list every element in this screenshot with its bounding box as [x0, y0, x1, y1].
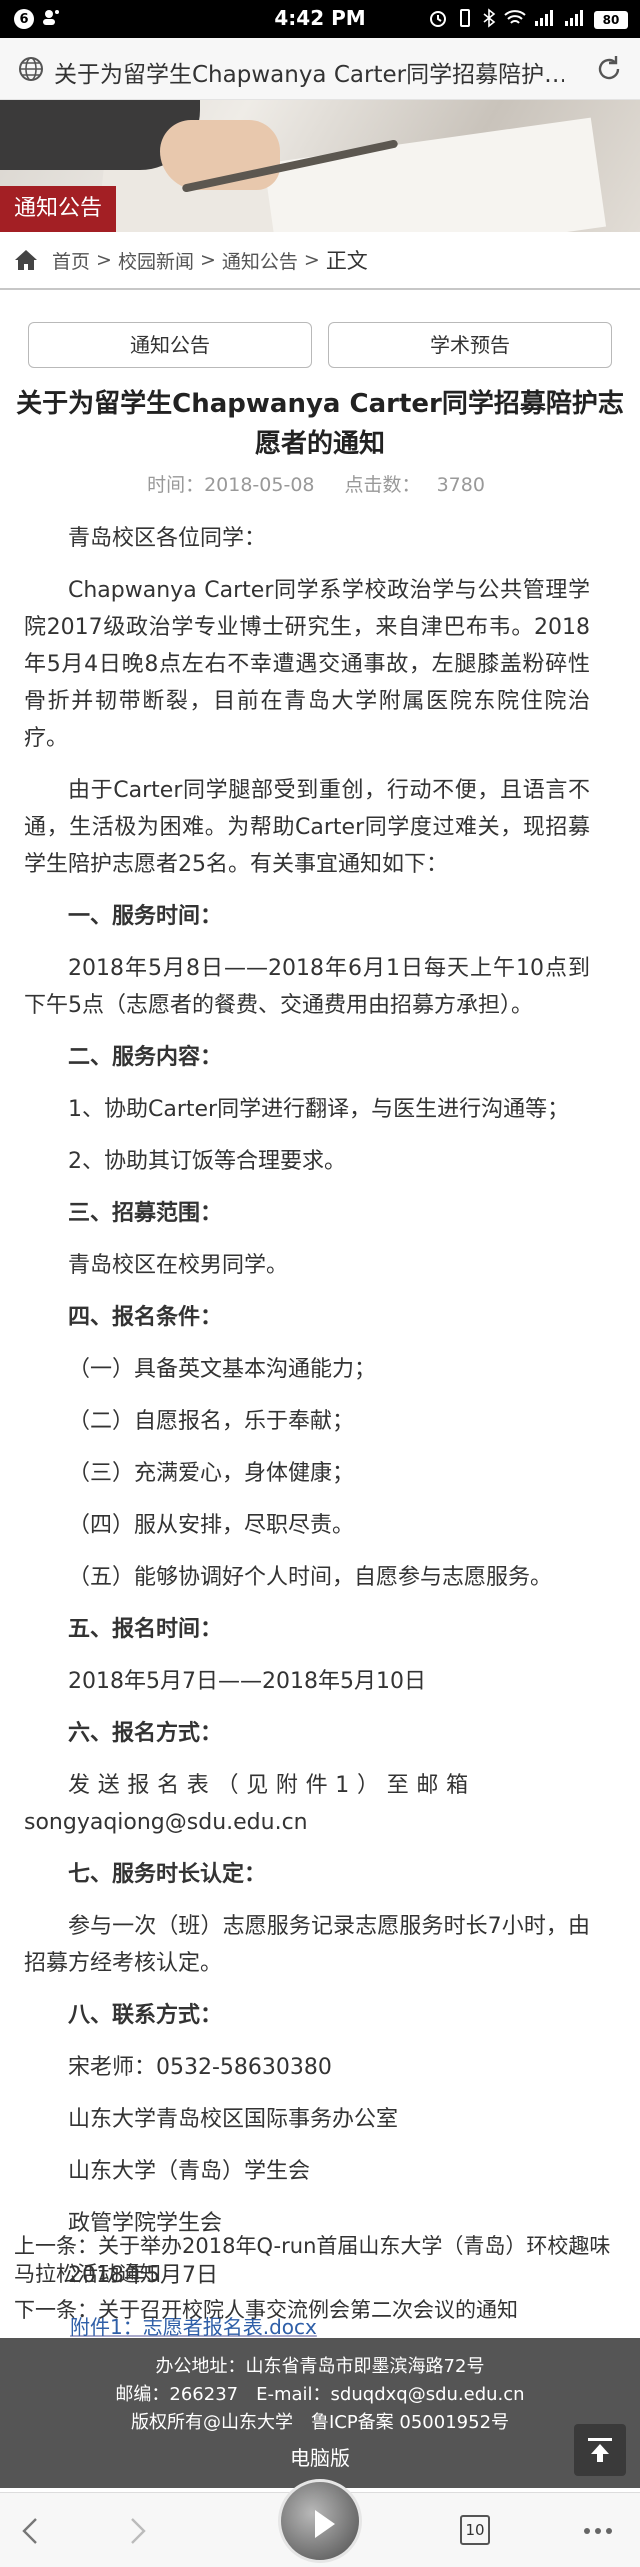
breadcrumb-notices[interactable]: 通知公告 [222, 247, 298, 274]
back-to-top-button[interactable] [574, 2424, 626, 2476]
publish-time: 时间：2018-05-08 [147, 474, 315, 496]
banner-photo-document [263, 117, 607, 232]
paragraph: 参与一次（班）志愿服务记录志愿服务时长7小时，由招募方经考核认定。 [24, 1914, 590, 1976]
list-item: （一）具备英文基本沟通能力； [68, 1357, 377, 1382]
section-heading: 七、服务时长认定： [68, 1862, 267, 1887]
play-icon [315, 2510, 335, 2538]
signal-icon [534, 9, 556, 31]
paragraph: 由于Carter同学腿部受到重创，行动不便，且语言不通，生活极为困难。为帮助Ca… [24, 778, 590, 877]
list-item: （五）能够协调好个人时间，自愿参与志愿服务。 [68, 1565, 553, 1590]
browser-url-bar[interactable]: 关于为留学生Chapwanya Carter同学招募陪护… [0, 38, 640, 100]
footer-contact: 邮编：266237 E-mail：sduqdxq@sdu.edu.cn [115, 2384, 525, 2405]
wifi-icon [504, 9, 526, 31]
bluetooth-icon [482, 8, 496, 32]
section-heading: 六、报名方式： [68, 1721, 223, 1746]
paragraph: 1、协助Carter同学进行翻译，与医生进行沟通等； [68, 1097, 570, 1122]
section-heading: 二、服务内容： [68, 1045, 223, 1070]
site-footer: 办公地址：山东省青岛市即墨滨海路72号 邮编：266237 E-mail：sdu… [0, 2338, 640, 2488]
article-meta: 时间：2018-05-08 点击数： 3780 [0, 470, 640, 497]
back-icon[interactable] [10, 2511, 50, 2551]
list-item: （三）充满爱心，身体健康； [68, 1461, 355, 1486]
section-heading: 五、报名时间： [68, 1617, 223, 1642]
paragraph: 2、协助其订饭等合理要求。 [68, 1149, 346, 1174]
article-title: 关于为留学生Chapwanya Carter同学招募陪护志愿者的通知 [16, 389, 624, 459]
browser-bottom-nav: 10 [0, 2479, 640, 2567]
globe-icon [18, 56, 44, 82]
footer-address: 办公地址：山东省青岛市即墨滨海路72号 [155, 2356, 485, 2377]
paragraph: 2018年5月7日——2018年5月10日 [68, 1669, 426, 1694]
pc-version-link[interactable]: 电脑版 [0, 2442, 640, 2471]
forward-icon[interactable] [118, 2511, 158, 2551]
breadcrumb: 首页 > 校园新闻 > 通知公告 > 正文 [0, 232, 640, 290]
section-heading: 三、招募范围： [68, 1201, 223, 1226]
article-body: 青岛校区各位同学： Chapwanya Carter同学系学校政治学与公共管理学… [24, 520, 590, 2361]
list-item: （四）服从安排，尽职尽责。 [68, 1513, 355, 1538]
next-article-link[interactable]: 下一条：关于召开校院人事交流例会第二次会议的通知 [14, 2296, 626, 2324]
status-bar: 6 4:42 PM 80 [0, 0, 640, 38]
contact-line: 山东大学（青岛）学生会 [68, 2159, 311, 2184]
section-heading: 八、联系方式： [68, 2003, 223, 2028]
prev-next-links: 上一条：关于举办2018年Q-run首届山东大学（青岛）环校趣味马拉松活动通知 … [14, 2232, 626, 2332]
status-right: 80 [428, 8, 628, 32]
more-menu-icon[interactable] [578, 2511, 618, 2551]
breadcrumb-separator: > [303, 249, 320, 271]
tab-notices[interactable]: 通知公告 [28, 322, 312, 368]
page-title-in-url-bar[interactable]: 关于为留学生Chapwanya Carter同学招募陪护… [54, 55, 564, 89]
greeting: 青岛校区各位同学： [68, 526, 267, 551]
reload-icon[interactable] [592, 52, 626, 86]
email-address: songyaqiong@sdu.edu.cn [24, 1810, 308, 1835]
breadcrumb-current: 正文 [325, 249, 368, 273]
footer-copyright: 版权所有@山东大学 鲁ICP备案 05001952号 [130, 2412, 510, 2433]
breadcrumb-home[interactable]: 首页 [52, 247, 90, 274]
paragraph: 2018年5月8日——2018年6月1日每天上午10点到下午5点（志愿者的餐费、… [24, 956, 590, 1018]
click-count-value: 3780 [436, 474, 485, 496]
arrow-up-icon [588, 2438, 612, 2462]
header-banner: 通知公告 [0, 100, 640, 232]
paragraph: Chapwanya Carter同学系学校政治学与公共管理学院2017级政治学专… [24, 578, 590, 751]
home-button[interactable] [278, 2479, 362, 2563]
home-icon[interactable] [14, 249, 38, 271]
breadcrumb-campus-news[interactable]: 校园新闻 [118, 247, 194, 274]
contact-line: 宋老师：0532-58630380 [68, 2055, 332, 2080]
tab-academic-preview[interactable]: 学术预告 [328, 322, 612, 368]
section-heading: 一、服务时间： [68, 904, 223, 929]
tabs-count-button[interactable]: 10 [460, 2515, 490, 2545]
click-count: 点击数： 3780 [337, 474, 493, 496]
prev-article-link[interactable]: 上一条：关于举办2018年Q-run首届山东大学（青岛）环校趣味马拉松活动通知 [14, 2232, 626, 2288]
vibrate-icon [456, 8, 474, 32]
battery-indicator: 80 [594, 11, 628, 29]
click-count-label: 点击数： [344, 474, 421, 496]
paragraph: 青岛校区在校男同学。 [68, 1253, 289, 1278]
alarm-icon [428, 8, 448, 32]
list-item: （二）自愿报名，乐于奉献； [68, 1409, 355, 1434]
section-heading: 四、报名条件： [68, 1305, 223, 1330]
section-label: 通知公告 [0, 186, 117, 232]
signal-icon-2 [564, 9, 586, 31]
paragraph: 发送报名表（见附件1）至邮箱 [68, 1773, 476, 1798]
contact-line: 山东大学青岛校区国际事务办公室 [68, 2107, 399, 2132]
breadcrumb-separator: > [199, 249, 216, 271]
breadcrumb-separator: > [96, 249, 112, 271]
